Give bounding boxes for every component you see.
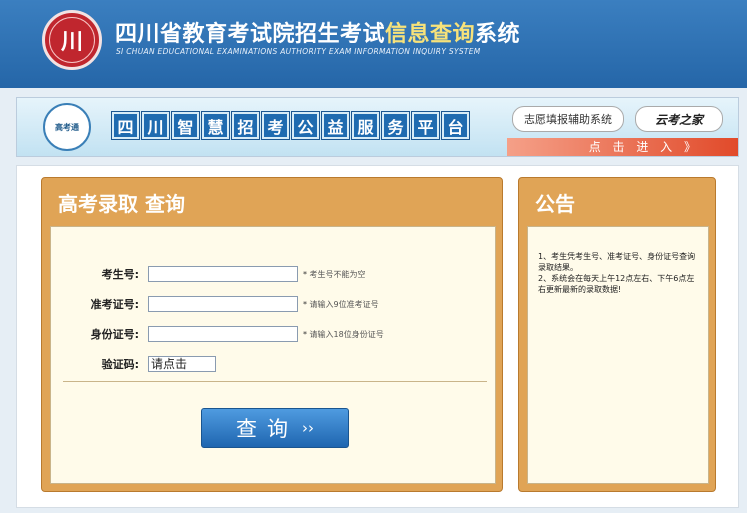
brand-button[interactable]: 云考之家 [635,106,723,132]
exam-number-hint: * 考生号不能为空 [303,270,366,279]
exam-number-input[interactable] [148,266,298,282]
platform-banner[interactable]: 高考通 四 川 智 慧 招 考 公 益 服 务 平 台 志愿填报辅助系统 云考之… [16,97,739,157]
admission-ticket-label: 准考证号: [90,298,139,311]
gaokaotong-logo: 高考通 [43,103,91,151]
enter-link[interactable]: 点 击 进 入 》 [589,138,700,156]
admission-query-panel: 高考录取 查询 考生号: * 考生号不能为空 准考证号: * 请输入9位准考证号… [41,177,503,492]
query-panel-title: 高考录取 查询 [58,192,185,216]
form-divider [63,381,487,382]
id-number-input[interactable] [148,326,298,342]
enter-strip[interactable]: 点 击 进 入 》 [507,138,738,156]
double-chevron-right-icon: ›› [302,419,314,437]
notice-item: 2、系统会在每天上午12点左右、下午6点左右更新最新的录取数据! [538,274,695,294]
query-button-label: 查询 [236,417,298,441]
captcha-label: 验证码: [101,358,139,371]
notice-panel-title: 公告 [535,192,575,216]
site-subtitle: SI CHUAN EDUCATIONAL EXAMINATIONS AUTHOR… [116,47,481,56]
id-number-label: 身份证号: [90,328,139,341]
captcha-input[interactable]: 请点击 [148,356,216,372]
notice-item: 1、考生凭考生号、准考证号、身份证号查询录取结果。 [538,252,696,272]
admission-ticket-hint: * 请输入9位准考证号 [303,300,379,309]
notice-body: 1、考生凭考生号、准考证号、身份证号查询录取结果。 2、系统会在每天上午12点左… [527,226,709,484]
zhiyuan-assist-button[interactable]: 志愿填报辅助系统 [512,106,624,132]
query-form: 考生号: * 考生号不能为空 准考证号: * 请输入9位准考证号 身份证号: *… [50,226,496,484]
notice-list: 1、考生凭考生号、准考证号、身份证号查询录取结果。 2、系统会在每天上午12点左… [538,251,702,295]
exam-authority-logo: 川 [42,10,102,70]
platform-title: 四 川 智 慧 招 考 公 益 服 务 平 台 [112,112,469,142]
admission-ticket-input[interactable] [148,296,298,312]
id-number-hint: * 请输入18位身份证号 [303,330,384,339]
site-header: 川 四川省教育考试院招生考试信息查询系统 SI CHUAN EDUCATIONA… [0,0,747,88]
site-title: 四川省教育考试院招生考试信息查询系统 [115,22,521,47]
notice-panel: 公告 1、考生凭考生号、准考证号、身份证号查询录取结果。 2、系统会在每天上午1… [518,177,716,492]
exam-number-label: 考生号: [101,268,139,281]
query-button[interactable]: 查询 ›› [201,408,349,448]
